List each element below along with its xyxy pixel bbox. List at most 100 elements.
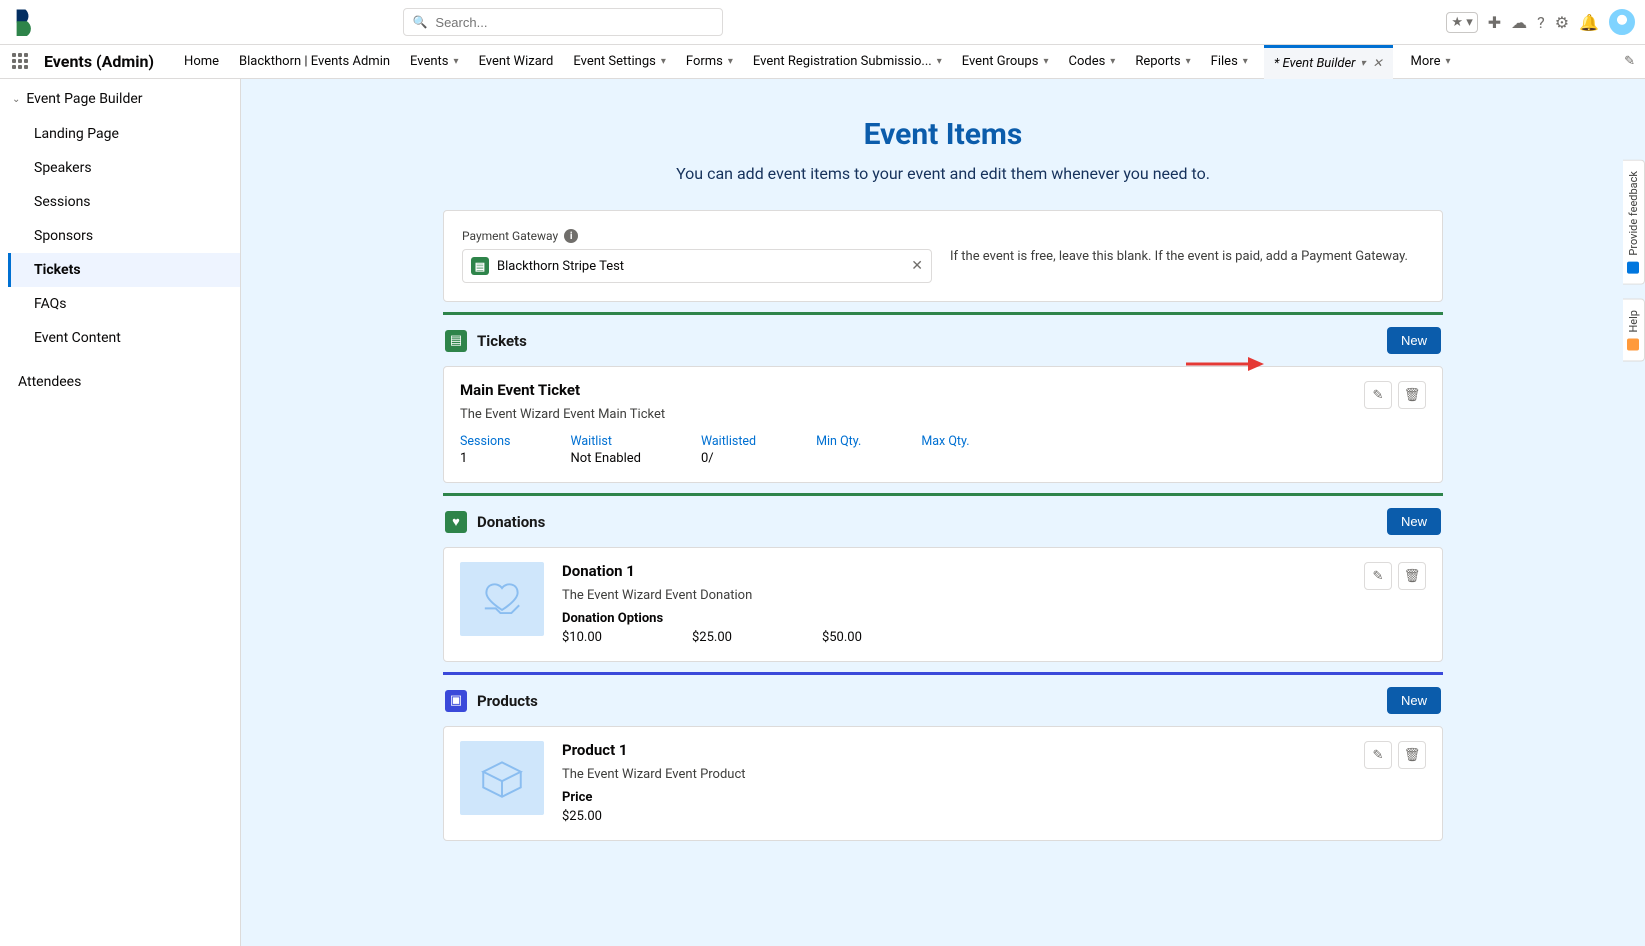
help-tab[interactable]: Help <box>1623 299 1645 362</box>
products-title: Products <box>477 692 538 710</box>
chevron-down-icon[interactable]: ▾ <box>454 56 459 67</box>
search-input[interactable] <box>433 14 714 31</box>
chevron-down-icon[interactable]: ▾ <box>1043 56 1048 67</box>
main-layout: ⌄ Event Page Builder Landing PageSpeaker… <box>0 79 1645 946</box>
stat-label: Sessions <box>460 434 510 449</box>
sidebar-item[interactable]: Sessions <box>8 185 240 219</box>
edit-ticket-button[interactable]: ✎ <box>1364 381 1392 409</box>
tab-event-builder[interactable]: * Event Builder ▾ ✕ <box>1264 45 1393 79</box>
ticket-stat: Waitlisted0/ <box>701 434 756 466</box>
stat-label: Min Qty. <box>816 434 861 449</box>
edit-nav-icon[interactable]: ✎ <box>1624 54 1635 69</box>
record-icon: ▤ <box>471 257 489 275</box>
sidebar-header[interactable]: ⌄ Event Page Builder <box>0 83 240 115</box>
nav-item[interactable]: Forms ▾ <box>676 45 743 79</box>
chevron-down-icon: ⌄ <box>12 94 20 105</box>
sidebar-item[interactable]: Event Content <box>8 321 240 355</box>
avatar[interactable] <box>1609 9 1635 35</box>
nav-item-label: Forms <box>686 54 723 69</box>
clear-icon[interactable]: ✕ <box>911 258 923 274</box>
tickets-icon: ▤ <box>445 330 467 352</box>
setup-gear-icon[interactable]: ⚙ <box>1555 13 1569 32</box>
favorites-button[interactable]: ★ ▾ <box>1446 12 1477 33</box>
tickets-section: ▤ Tickets New Main Event Ticket The Even… <box>443 312 1443 483</box>
stat-value: Not Enabled <box>570 451 641 466</box>
feedback-tabs: Provide feedback Help <box>1623 160 1645 361</box>
help-icon[interactable]: ? <box>1537 13 1545 32</box>
more-label: More <box>1411 54 1441 69</box>
close-icon[interactable]: ✕ <box>1372 56 1382 70</box>
edit-product-button[interactable]: ✎ <box>1364 741 1392 769</box>
delete-ticket-button[interactable]: 🗑 <box>1398 381 1426 409</box>
nav-item[interactable]: Event Registration Submissio... ▾ <box>743 45 952 79</box>
sidebar-item-attendees[interactable]: Attendees <box>0 365 240 399</box>
sidebar-item[interactable]: Tickets <box>8 253 240 287</box>
ticket-stat: Min Qty. <box>816 434 861 466</box>
edit-donation-button[interactable]: ✎ <box>1364 562 1392 590</box>
nav-item[interactable]: Files▾ <box>1201 45 1258 79</box>
chevron-down-icon[interactable]: ▾ <box>1110 56 1115 67</box>
nav-item-label: Event Wizard <box>479 54 554 69</box>
nav-item-label: Event Registration Submissio... <box>753 54 932 69</box>
chevron-down-icon[interactable]: ▾ <box>1360 58 1365 69</box>
nav-item[interactable]: Blackthorn | Events Admin <box>229 45 400 79</box>
nav-item[interactable]: Reports ▾ <box>1125 45 1200 79</box>
global-header: 🔍 ★ ▾ ✚ ☁ ? ⚙ 🔔 <box>0 0 1645 45</box>
donation-options-label: Donation Options <box>562 611 862 626</box>
stat-value: 1 <box>460 451 510 466</box>
product-thumbnail <box>460 741 544 815</box>
chevron-down-icon[interactable]: ▾ <box>661 56 666 67</box>
global-search[interactable]: 🔍 <box>403 8 723 36</box>
nav-item[interactable]: Event Wizard <box>469 45 564 79</box>
product-price: $25.00 <box>562 809 746 824</box>
ticket-stat: WaitlistNot Enabled <box>570 434 641 466</box>
provide-feedback-tab[interactable]: Provide feedback <box>1623 160 1645 285</box>
nav-item[interactable]: Home <box>174 45 229 79</box>
salesforce-icon[interactable]: ☁ <box>1511 13 1527 32</box>
nav-item-label: Reports <box>1135 54 1180 69</box>
delete-product-button[interactable]: 🗑 <box>1398 741 1426 769</box>
product-item-card: Product 1 The Event Wizard Event Product… <box>443 726 1443 841</box>
chevron-down-icon[interactable]: ▾ <box>728 56 733 67</box>
sidebar-item[interactable]: Sponsors <box>8 219 240 253</box>
nav-item[interactable]: Event Groups▾ <box>952 45 1059 79</box>
product-name: Product 1 <box>562 741 746 759</box>
header-utility: ★ ▾ ✚ ☁ ? ⚙ 🔔 <box>1446 9 1635 35</box>
nav-bar: Events (Admin) HomeBlackthorn | Events A… <box>0 45 1645 79</box>
new-donation-button[interactable]: New <box>1387 508 1441 535</box>
ticket-stat: Max Qty. <box>921 434 969 466</box>
nav-item-label: Event Settings <box>573 54 655 69</box>
products-section: ▣ Products New Product 1 The Ev <box>443 672 1443 841</box>
chevron-down-icon[interactable]: ▾ <box>937 56 942 67</box>
chevron-down-icon[interactable]: ▾ <box>1186 56 1191 67</box>
new-ticket-button[interactable]: New <box>1387 327 1441 354</box>
notification-bell-icon[interactable]: 🔔 <box>1579 13 1599 32</box>
nav-item[interactable]: Event Settings ▾ <box>563 45 676 79</box>
donation-option: $50.00 <box>822 630 862 645</box>
info-icon[interactable]: i <box>564 229 578 243</box>
donation-thumbnail <box>460 562 544 636</box>
sidebar-header-label: Event Page Builder <box>26 91 142 107</box>
nav-item[interactable]: Codes▾ <box>1058 45 1125 79</box>
app-launcher-icon[interactable] <box>10 51 32 73</box>
chevron-down-icon[interactable]: ▾ <box>1243 56 1248 67</box>
donations-section: ♥ Donations New Donation 1 The <box>443 493 1443 662</box>
sidebar-item[interactable]: Landing Page <box>8 117 240 151</box>
gateway-hint: If the event is free, leave this blank. … <box>950 249 1408 264</box>
payment-gateway-card: Payment Gateway i ▤ Blackthorn Stripe Te… <box>443 210 1443 302</box>
donation-item-card: Donation 1 The Event Wizard Event Donati… <box>443 547 1443 662</box>
new-product-button[interactable]: New <box>1387 687 1441 714</box>
gateway-input[interactable]: ▤ Blackthorn Stripe Test ✕ <box>462 249 932 283</box>
nav-more[interactable]: More ▾ <box>1401 45 1461 79</box>
sidebar-item[interactable]: FAQs <box>8 287 240 321</box>
sidebar-item[interactable]: Speakers <box>8 151 240 185</box>
sidebar: ⌄ Event Page Builder Landing PageSpeaker… <box>0 79 241 946</box>
page-subtitle: You can add event items to your event an… <box>663 162 1223 186</box>
donation-name: Donation 1 <box>562 562 862 580</box>
delete-donation-button[interactable]: 🗑 <box>1398 562 1426 590</box>
tab-label: * Event Builder <box>1274 56 1356 71</box>
nav-item[interactable]: Events▾ <box>400 45 469 79</box>
stat-value: 0/ <box>701 451 756 466</box>
add-icon[interactable]: ✚ <box>1488 13 1501 32</box>
nav-item-label: Blackthorn | Events Admin <box>239 54 390 69</box>
